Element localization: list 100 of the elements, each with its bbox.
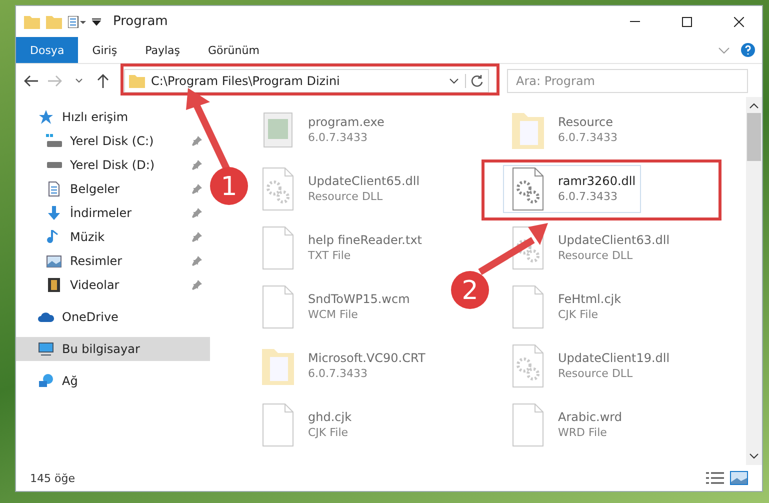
drive-icon <box>46 133 62 149</box>
sidebar-label: Bu bilgisayar <box>62 342 141 356</box>
close-icon <box>734 16 744 26</box>
sidebar-item[interactable]: OneDrive <box>16 305 210 329</box>
file-detail: 6.0.7.3433 <box>558 131 618 144</box>
address-path: C:\Program Files\Program Dizini <box>151 74 341 88</box>
file-detail: TXT File <box>308 249 352 262</box>
sidebar-item[interactable]: Hızlı erişim <box>16 105 210 129</box>
drive-icon <box>46 162 62 168</box>
sidebar-item[interactable]: Müzik <box>16 225 210 249</box>
file-item[interactable]: program.exe 6.0.7.3433 <box>254 106 388 152</box>
sidebar-item[interactable]: Resimler <box>16 249 210 273</box>
file-detail: CJK File <box>558 308 600 321</box>
file-item[interactable]: Resource 6.0.7.3433 <box>504 106 622 152</box>
pointer-arrow <box>478 223 548 275</box>
ribbon-tab[interactable]: Giriş <box>78 37 132 63</box>
pin-icon <box>192 256 202 266</box>
step-badge: 2 <box>451 271 489 309</box>
file-detail: 6.0.7.3433 <box>308 131 368 144</box>
sidebar-label: Belgeler <box>70 182 121 196</box>
sidebar-item[interactable]: Yerel Disk (C:) <box>16 129 210 153</box>
pin-icon <box>192 184 202 194</box>
window-title: Program <box>113 14 169 29</box>
forward-arrow-icon <box>48 74 62 86</box>
star-icon <box>38 109 54 125</box>
address-field[interactable]: C:\Program Files\Program Dizini <box>124 68 489 92</box>
file-name: help fineReader.txt <box>308 233 422 247</box>
refresh-icon[interactable] <box>465 74 484 88</box>
file-item[interactable]: UpdateClient65.dll Resource DLL <box>254 166 424 212</box>
ribbon-tab[interactable]: Dosya <box>16 37 78 63</box>
minimize-icon <box>630 21 640 22</box>
step-badge: 1 <box>210 167 248 205</box>
sidebar-label: Videolar <box>70 278 120 292</box>
file-detail: WRD File <box>558 426 608 439</box>
file-item[interactable]: ghd.cjk CJK File <box>254 402 356 448</box>
file-detail: 6.0.7.3433 <box>558 190 618 203</box>
large-icons-view-icon[interactable] <box>730 471 748 485</box>
folder-icon <box>46 14 62 28</box>
file-item[interactable]: ramr3260.dll 6.0.7.3433 <box>504 166 640 212</box>
file-detail: WCM File <box>308 308 359 321</box>
sidebar-item[interactable]: Yerel Disk (D:) <box>16 153 210 177</box>
file-item[interactable]: SndToWP15.wcm WCM File <box>254 284 414 330</box>
sidebar-item[interactable]: İndirmeler <box>16 201 210 225</box>
ribbon-tab[interactable]: Paylaş <box>131 37 194 63</box>
file-detail: Resource DLL <box>558 367 634 380</box>
scrollbar-thumb[interactable] <box>747 113 761 161</box>
sidebar-label: İndirmeler <box>70 206 133 220</box>
file-name: ghd.cjk <box>308 410 352 424</box>
picture-icon <box>46 253 62 269</box>
sidebar-label: Müzik <box>70 230 106 244</box>
file-detail: Resource DLL <box>558 249 634 262</box>
sidebar-label: Yerel Disk (C:) <box>70 134 155 148</box>
sidebar-label: Hızlı erişim <box>62 110 130 124</box>
back-arrow-icon <box>24 74 38 86</box>
document-icon <box>46 181 62 197</box>
file-name: UpdateClient19.dll <box>558 351 670 365</box>
dropdown-icon[interactable] <box>92 18 101 26</box>
file-name: Arabic.wrd <box>558 410 622 424</box>
file-detail: 6.0.7.3433 <box>308 367 368 380</box>
folder-icon <box>129 74 145 88</box>
file-item[interactable]: FeHtml.cjk CJK File <box>504 284 626 330</box>
file-name: SndToWP15.wcm <box>308 292 410 306</box>
file-detail: CJK File <box>308 426 350 439</box>
network-icon <box>38 373 54 389</box>
properties-icon <box>68 16 86 28</box>
scrollbar[interactable] <box>746 97 762 465</box>
scroll-up-icon[interactable] <box>749 103 759 109</box>
scroll-down-icon[interactable] <box>749 453 759 459</box>
sidebar-label: Yerel Disk (D:) <box>70 158 156 172</box>
film-icon <box>46 277 62 293</box>
sidebar-item[interactable]: Videolar <box>16 273 210 297</box>
pin-icon <box>192 160 202 170</box>
sidebar-label: Ağ <box>62 374 79 388</box>
chevron-down-icon[interactable] <box>449 78 459 84</box>
file-name: UpdateClient65.dll <box>308 174 420 188</box>
sidebar-item[interactable]: Ağ <box>16 369 210 393</box>
sidebar-item[interactable]: Belgeler <box>16 177 210 201</box>
file-item[interactable]: Microsoft.VC90.CRT 6.0.7.3433 <box>254 342 430 388</box>
pin-icon <box>192 208 202 218</box>
file-name: Microsoft.VC90.CRT <box>308 351 426 365</box>
chevron-down-icon <box>75 78 83 84</box>
file-item[interactable]: help fineReader.txt TXT File <box>254 224 426 270</box>
ribbon-tab[interactable]: Görünüm <box>194 37 274 63</box>
file-name: program.exe <box>308 115 384 129</box>
sidebar-label: Resimler <box>70 254 124 268</box>
file-name: Resource <box>558 115 614 129</box>
up-arrow-icon <box>97 74 109 88</box>
folder-icon <box>24 14 40 28</box>
file-detail: Resource DLL <box>308 190 384 203</box>
details-view-icon[interactable] <box>706 471 724 485</box>
item-count: 145 öğe <box>30 472 76 484</box>
sidebar-item[interactable]: Bu bilgisayar <box>16 337 210 361</box>
pin-icon <box>192 136 202 146</box>
file-item[interactable]: UpdateClient19.dll Resource DLL <box>504 342 674 388</box>
download-icon <box>46 205 62 221</box>
file-item[interactable]: Arabic.wrd WRD File <box>504 402 626 448</box>
computer-icon <box>38 341 54 357</box>
search-field[interactable]: Ara: Program <box>507 68 748 92</box>
sidebar-label: OneDrive <box>62 310 120 324</box>
pin-icon <box>192 232 202 242</box>
